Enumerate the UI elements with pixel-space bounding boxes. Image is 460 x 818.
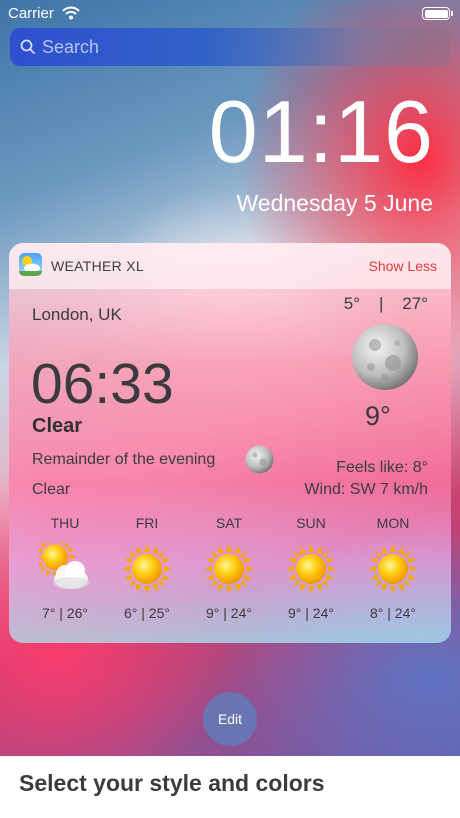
edit-button[interactable]: Edit (203, 692, 257, 746)
search-icon (20, 39, 36, 55)
forecast-temps: 8° | 24° (370, 605, 416, 621)
forecast-day: MON 8° | 24° (353, 243, 433, 643)
forecast-day-name: FRI (135, 515, 159, 531)
forecast-day-name: SAT (215, 515, 243, 531)
forecast-day-name: MON (376, 515, 410, 531)
lock-screen-time: 01:16 (208, 82, 434, 181)
battery-icon (422, 7, 453, 20)
sun-icon (204, 544, 254, 594)
forecast-temps: 6° | 25° (124, 605, 170, 621)
status-bar: Carrier (0, 0, 460, 28)
wifi-icon (62, 6, 80, 20)
forecast-day-name: SUN (296, 515, 326, 531)
sun-icon (368, 544, 418, 594)
carrier-label: Carrier (8, 5, 54, 22)
sun-icon (122, 544, 172, 594)
forecast-day: FRI 6° | 25° (107, 243, 187, 643)
forecast-temps: 9° | 24° (288, 605, 334, 621)
forecast-day: SAT 9° | 24° (189, 243, 269, 643)
forecast-temps: 7° | 26° (42, 605, 88, 621)
lock-screen-date: Wednesday 5 June (236, 190, 434, 216)
weather-widget[interactable]: WEATHER XL Show Less London, UK 5° | 27°… (9, 243, 451, 643)
forecast-day: SUN 9° | 24° (271, 243, 351, 643)
partly-cloudy-icon (39, 543, 89, 589)
search-input[interactable] (42, 28, 442, 66)
lock-screen-background: Carrier 01:16 Wednesday 5 June WEATHER X (0, 0, 460, 756)
search-bar[interactable] (10, 28, 450, 66)
forecast-day-name: THU (50, 515, 80, 531)
forecast-day: THU 7° | 26° (25, 243, 105, 643)
sun-icon (286, 544, 336, 594)
promo-caption: Select your style and colors (19, 770, 325, 796)
forecast-temps: 9° | 24° (206, 605, 252, 621)
